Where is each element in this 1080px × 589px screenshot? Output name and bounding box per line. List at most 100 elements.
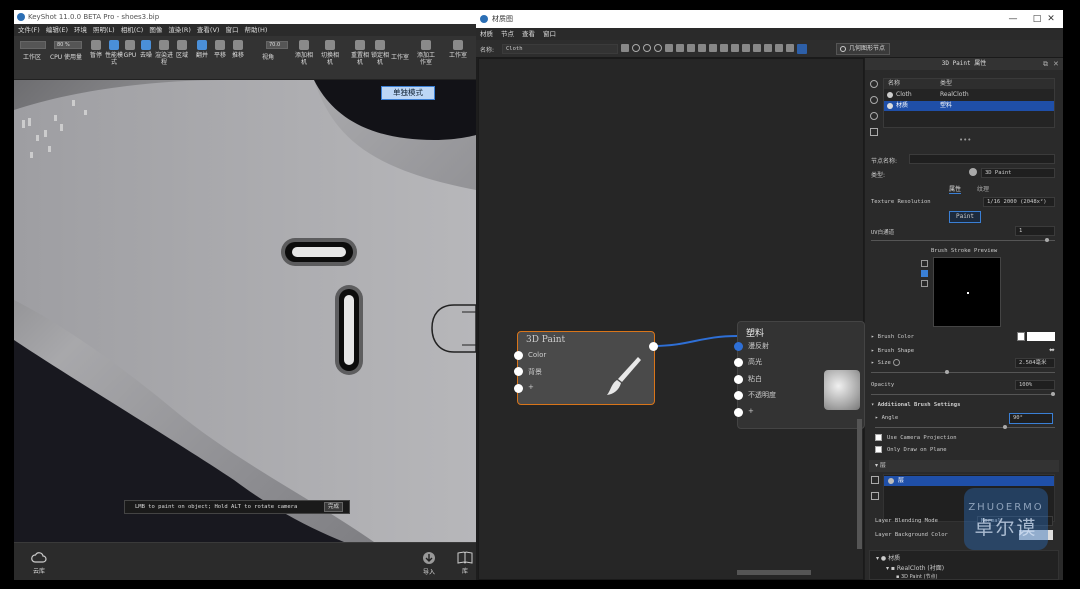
tb-add-studio[interactable]: 添加工作室 bbox=[416, 40, 436, 66]
table-row[interactable]: Cloth RealCloth bbox=[884, 90, 1054, 100]
graph-vertical-scrollbar[interactable] bbox=[857, 419, 862, 549]
tb-studio[interactable]: 工作室 bbox=[390, 54, 410, 61]
brush-color-picker-small[interactable] bbox=[1017, 332, 1025, 341]
tb-switch-camera[interactable]: 切换相机 bbox=[320, 40, 340, 66]
me-menu-material[interactable]: 材质 bbox=[480, 28, 493, 40]
paste-icon[interactable] bbox=[687, 44, 695, 52]
menu-edit[interactable]: 编辑(E) bbox=[46, 24, 68, 36]
brush-tool-icon[interactable] bbox=[921, 260, 928, 267]
tb-add-camera[interactable]: 添加相机 bbox=[294, 40, 314, 66]
add-layer-icon[interactable] bbox=[871, 476, 879, 484]
render-viewport[interactable]: 单独模式 LMB to paint on object; Hold ALT to… bbox=[14, 80, 476, 542]
uv-channel-slider[interactable] bbox=[871, 240, 1055, 241]
minimize-icon[interactable]: — bbox=[1001, 10, 1025, 28]
menu-help[interactable]: 帮助(H) bbox=[244, 24, 267, 36]
brush-color-swatch[interactable] bbox=[1027, 332, 1055, 341]
additional-settings-header[interactable]: ▾ Additional Brush Settings bbox=[871, 402, 960, 408]
arrange-icon[interactable] bbox=[753, 44, 761, 52]
add-node-icon[interactable] bbox=[797, 44, 807, 54]
fov-field[interactable]: 70.0 bbox=[266, 41, 288, 49]
draw-on-plane-checkbox[interactable] bbox=[875, 446, 882, 453]
layout-icon[interactable] bbox=[665, 44, 673, 52]
layer-item[interactable]: 层 bbox=[884, 476, 1054, 486]
material-name-field[interactable]: Cloth bbox=[502, 44, 618, 54]
tb-fov[interactable]: 视角 bbox=[258, 54, 278, 61]
menu-file[interactable]: 文件(F) bbox=[18, 24, 40, 36]
tree-child[interactable]: ▾ ▪ RealCloth (衬面) bbox=[886, 563, 944, 572]
me-menu-window[interactable]: 窗口 bbox=[543, 28, 556, 40]
port-add[interactable] bbox=[514, 384, 523, 393]
opacity-knob[interactable] bbox=[1051, 392, 1055, 396]
graph-horizontal-scrollbar[interactable] bbox=[737, 570, 811, 575]
geometry-node-button[interactable]: 几何图形节点 bbox=[836, 43, 891, 55]
port-roughness[interactable] bbox=[734, 375, 743, 384]
port-specular[interactable] bbox=[734, 358, 743, 367]
close-panel-icon[interactable]: ✕ bbox=[1053, 60, 1059, 68]
tab-texture[interactable]: 纹理 bbox=[977, 184, 989, 193]
uv-channel-field[interactable]: 1 bbox=[1015, 226, 1055, 236]
node-plastic[interactable]: 塑料 漫反射 高光 粘白 不透明度 + bbox=[734, 321, 865, 429]
tb-cpu[interactable]: CPU 使用量 bbox=[47, 54, 85, 61]
tb-pan[interactable]: 平移 bbox=[210, 40, 230, 59]
port-color[interactable] bbox=[514, 351, 523, 360]
copy-icon[interactable] bbox=[676, 44, 684, 52]
cpu-usage-field[interactable]: 80 % bbox=[54, 41, 82, 49]
size-knob[interactable] bbox=[945, 370, 949, 374]
tree-grandchild[interactable]: ▪ 3D Paint (节点) bbox=[896, 573, 937, 580]
gear-icon[interactable] bbox=[893, 359, 900, 366]
import-button[interactable]: 导入 bbox=[418, 551, 440, 576]
port-background[interactable] bbox=[514, 367, 523, 376]
fit-icon[interactable] bbox=[764, 44, 772, 52]
eraser-tool-icon[interactable] bbox=[921, 280, 928, 287]
paint-button[interactable]: Paint bbox=[949, 211, 981, 223]
node-3d-paint[interactable]: 3D Paint Color 背景 + bbox=[514, 331, 658, 405]
workspace-dropdown[interactable] bbox=[20, 41, 46, 49]
size-field[interactable]: 2.504毫米 bbox=[1015, 358, 1055, 368]
tb-denoise[interactable]: 去噪 bbox=[136, 40, 156, 59]
tb-pause[interactable]: 暂停 bbox=[86, 40, 106, 59]
delete-icon[interactable] bbox=[870, 128, 878, 136]
menu-lighting[interactable]: 照明(L) bbox=[93, 24, 115, 36]
port-opacity[interactable] bbox=[734, 391, 743, 400]
opacity-field[interactable]: 100% bbox=[1015, 380, 1055, 390]
brush-shape-icon[interactable]: ⬌ bbox=[1049, 346, 1055, 354]
tb-reset-camera[interactable]: 重置相机 bbox=[350, 40, 370, 66]
done-button[interactable]: 完成 bbox=[323, 502, 343, 512]
fill-tool-icon[interactable] bbox=[921, 270, 928, 277]
link-icon[interactable] bbox=[698, 44, 706, 52]
camera-projection-checkbox[interactable] bbox=[875, 434, 882, 441]
frame-icon[interactable] bbox=[742, 44, 750, 52]
tab-properties[interactable]: 属性 bbox=[949, 184, 962, 194]
ungroup-icon[interactable] bbox=[731, 44, 739, 52]
tree-root[interactable]: ▾ ● 材质 bbox=[876, 553, 900, 562]
tb-lock-camera[interactable]: 锁定相机 bbox=[370, 40, 390, 66]
menu-render[interactable]: 渲染(R) bbox=[168, 24, 191, 36]
splitter-handle[interactable]: ••• bbox=[959, 136, 971, 144]
me-menu-node[interactable]: 节点 bbox=[501, 28, 514, 40]
table-row-selected[interactable]: 材质 塑料 bbox=[884, 101, 1054, 111]
menu-image[interactable]: 图像 bbox=[149, 24, 162, 36]
save-icon[interactable] bbox=[621, 44, 629, 52]
layers-header[interactable]: ▾ 层 bbox=[869, 460, 1059, 472]
angle-knob[interactable] bbox=[1003, 425, 1007, 429]
delete-layer-icon[interactable] bbox=[871, 492, 879, 500]
cloud-library-button[interactable]: 云库 bbox=[28, 551, 50, 575]
texture-resolution-dropdown[interactable]: 1/16 2000 (2048x²) bbox=[983, 197, 1055, 207]
refresh-icon[interactable] bbox=[643, 44, 651, 52]
angle-field[interactable]: 90° bbox=[1009, 413, 1053, 424]
angle-slider[interactable] bbox=[875, 427, 1055, 428]
opacity-slider[interactable] bbox=[871, 394, 1055, 395]
unlink-icon[interactable] bbox=[709, 44, 717, 52]
me-menu-view[interactable]: 查看 bbox=[522, 28, 535, 40]
menu-window[interactable]: 窗口 bbox=[225, 24, 238, 36]
node-graph-canvas[interactable]: 3D Paint Color 背景 + 塑料 漫反射 高光 粘白 不透明度 + bbox=[478, 58, 865, 580]
node-name-field[interactable] bbox=[909, 154, 1055, 164]
tb-studio-2[interactable]: 工作室 bbox=[448, 40, 468, 59]
tb-region[interactable]: 区域 bbox=[172, 40, 192, 59]
sphere-icon[interactable] bbox=[632, 44, 640, 52]
tb-dolly[interactable]: 推移 bbox=[228, 40, 248, 59]
solo-mode-badge[interactable]: 单独模式 bbox=[381, 86, 435, 100]
undock-icon[interactable]: ⧉ bbox=[1043, 60, 1048, 69]
type-value-field[interactable]: 3D Paint bbox=[981, 168, 1055, 178]
port-output[interactable] bbox=[649, 342, 658, 351]
